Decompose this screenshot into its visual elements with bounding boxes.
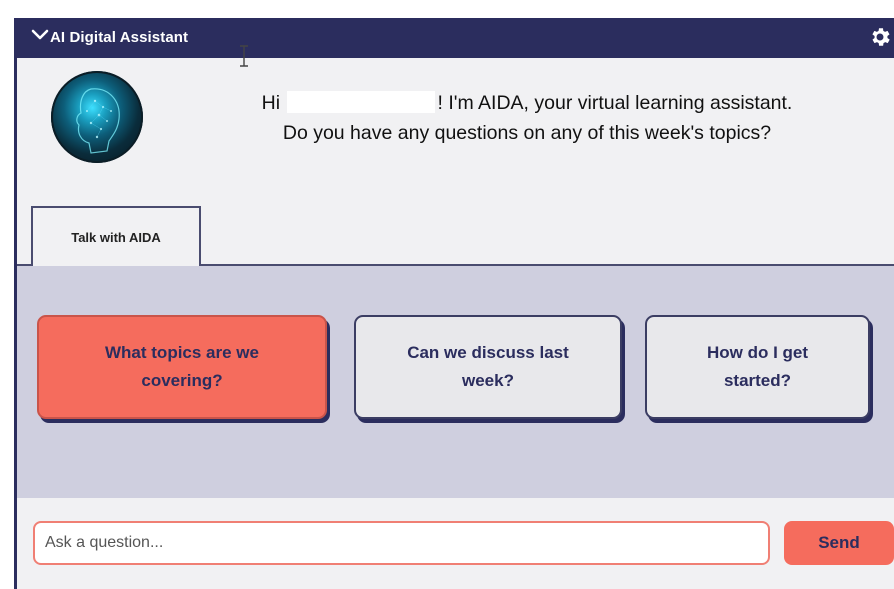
suggestion-get-started-button[interactable]: How do I get started?: [645, 315, 870, 419]
window-title: AI Digital Assistant: [50, 29, 189, 46]
suggestion-label: How do I get started?: [706, 343, 809, 390]
aida-avatar: [51, 71, 143, 163]
avatar-face-icon: [76, 88, 120, 154]
assistant-panel: AI Digital Assistant Hi ! I'm AIDA, your…: [14, 18, 894, 589]
suggestion-what-topics-button[interactable]: What topics are we covering?: [37, 315, 327, 419]
suggestion-label: Can we discuss last week?: [407, 343, 569, 390]
question-input[interactable]: [33, 521, 770, 565]
greeting-line-1-text: ! I'm AIDA, your virtual learning assist…: [437, 92, 793, 114]
send-button[interactable]: Send: [784, 521, 894, 565]
tab-label: Talk with AIDA: [71, 230, 161, 245]
greeting-hi: Hi: [261, 92, 281, 114]
greeting-line-1: Hi ! I'm AIDA, your virtual learning ass…: [167, 88, 887, 118]
tab-talk-with-aida[interactable]: Talk with AIDA: [31, 206, 201, 266]
greeting-message: Hi ! I'm AIDA, your virtual learning ass…: [167, 88, 887, 148]
redacted-username: [287, 91, 436, 113]
greeting-line-2: Do you have any questions on any of this…: [282, 122, 772, 144]
title-bar: AI Digital Assistant: [17, 18, 894, 58]
text-cursor-icon: [240, 45, 248, 67]
gear-icon[interactable]: [868, 25, 892, 49]
chevron-down-icon[interactable]: [31, 25, 49, 43]
suggestion-label: What topics are we covering?: [105, 343, 259, 390]
suggestion-last-week-button[interactable]: Can we discuss last week?: [354, 315, 622, 419]
